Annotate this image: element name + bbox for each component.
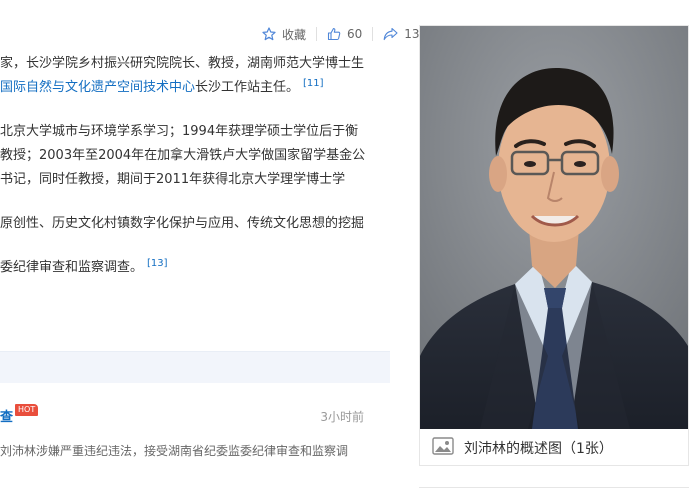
news-timestamp: 3小时前 (320, 410, 364, 424)
favorite-button[interactable]: 收藏 (262, 26, 306, 43)
news-item[interactable]: 查 HOT 3小时前 刘沛林涉嫌严重违纪违法，接受湖南省纪委监委纪律审查和监察调 (0, 404, 390, 459)
thumbs-up-icon (327, 27, 341, 41)
text-fragment: 委纪律审查和监察调查。 (0, 260, 144, 275)
toolbar-divider (316, 27, 318, 41)
share-count: 13 (404, 27, 420, 41)
hot-badge: HOT (15, 404, 39, 416)
paragraph-intro: 家，长沙学院乡村振兴研究院院长、教授，湖南师范大学博士生 国际自然与文化遗产空间… (0, 52, 392, 100)
paragraph-investigation: 委纪律审查和监察调查。 [13] (0, 256, 392, 280)
text-line: 原创性、历史文化村镇数字化保护与应用、传统文化思想的挖掘 (0, 216, 365, 231)
news-section-header (0, 351, 390, 383)
organization-link[interactable]: 国际自然与文化遗产空间技术中心 (0, 80, 195, 95)
paragraph-research: 原创性、历史文化村镇数字化保护与应用、传统文化思想的挖掘 (0, 212, 392, 236)
picture-caption[interactable]: 刘沛林的概述图（1张） (432, 429, 613, 467)
news-title-link[interactable]: 查 (0, 406, 13, 425)
image-gallery-icon (432, 437, 454, 459)
caption-text: 刘沛林的概述图（1张） (464, 441, 613, 457)
like-button[interactable]: 60 (327, 27, 362, 41)
summary-picture-card[interactable]: 刘沛林的概述图（1张） (419, 25, 689, 466)
favorite-label: 收藏 (282, 27, 307, 42)
text-line: 家，长沙学院乡村振兴研究院院长、教授，湖南师范大学博士生 (0, 56, 365, 71)
text-line: 书记，同时任教授，期间于2011年获得北京大学理学博士学 (0, 172, 346, 187)
star-icon (262, 27, 276, 41)
text-line: 委纪律审查和监察调查。 [13] (0, 256, 392, 280)
citation-link[interactable]: [13] (147, 258, 168, 269)
text-line: 教授；2003年至2004年在加拿大滑铁卢大学做国家留学基金公 (0, 148, 366, 163)
like-count: 60 (347, 27, 363, 41)
paragraph-career: 北京大学城市与环境学系学习；1994年获理学硕士学位后于衡 教授；2003年至2… (0, 120, 392, 192)
article-toolbar: 收藏 60 13 (262, 24, 420, 44)
article-body: 家，长沙学院乡村振兴研究院院长、教授，湖南师范大学博士生 国际自然与文化遗产空间… (0, 52, 392, 300)
share-icon (383, 27, 398, 41)
text-line: 国际自然与文化遗产空间技术中心长沙工作站主任。 [11] (0, 76, 392, 100)
news-summary: 刘沛林涉嫌严重违纪违法，接受湖南省纪委监委纪律审查和监察调 (0, 444, 349, 458)
citation-link[interactable]: [11] (303, 78, 324, 89)
share-button[interactable]: 13 (383, 27, 420, 41)
text-line: 北京大学城市与环境学系学习；1994年获理学硕士学位后于衡 (0, 124, 359, 139)
toolbar-divider (372, 27, 374, 41)
text-fragment: 长沙工作站主任。 (195, 80, 300, 95)
portrait-photo[interactable] (420, 26, 688, 429)
